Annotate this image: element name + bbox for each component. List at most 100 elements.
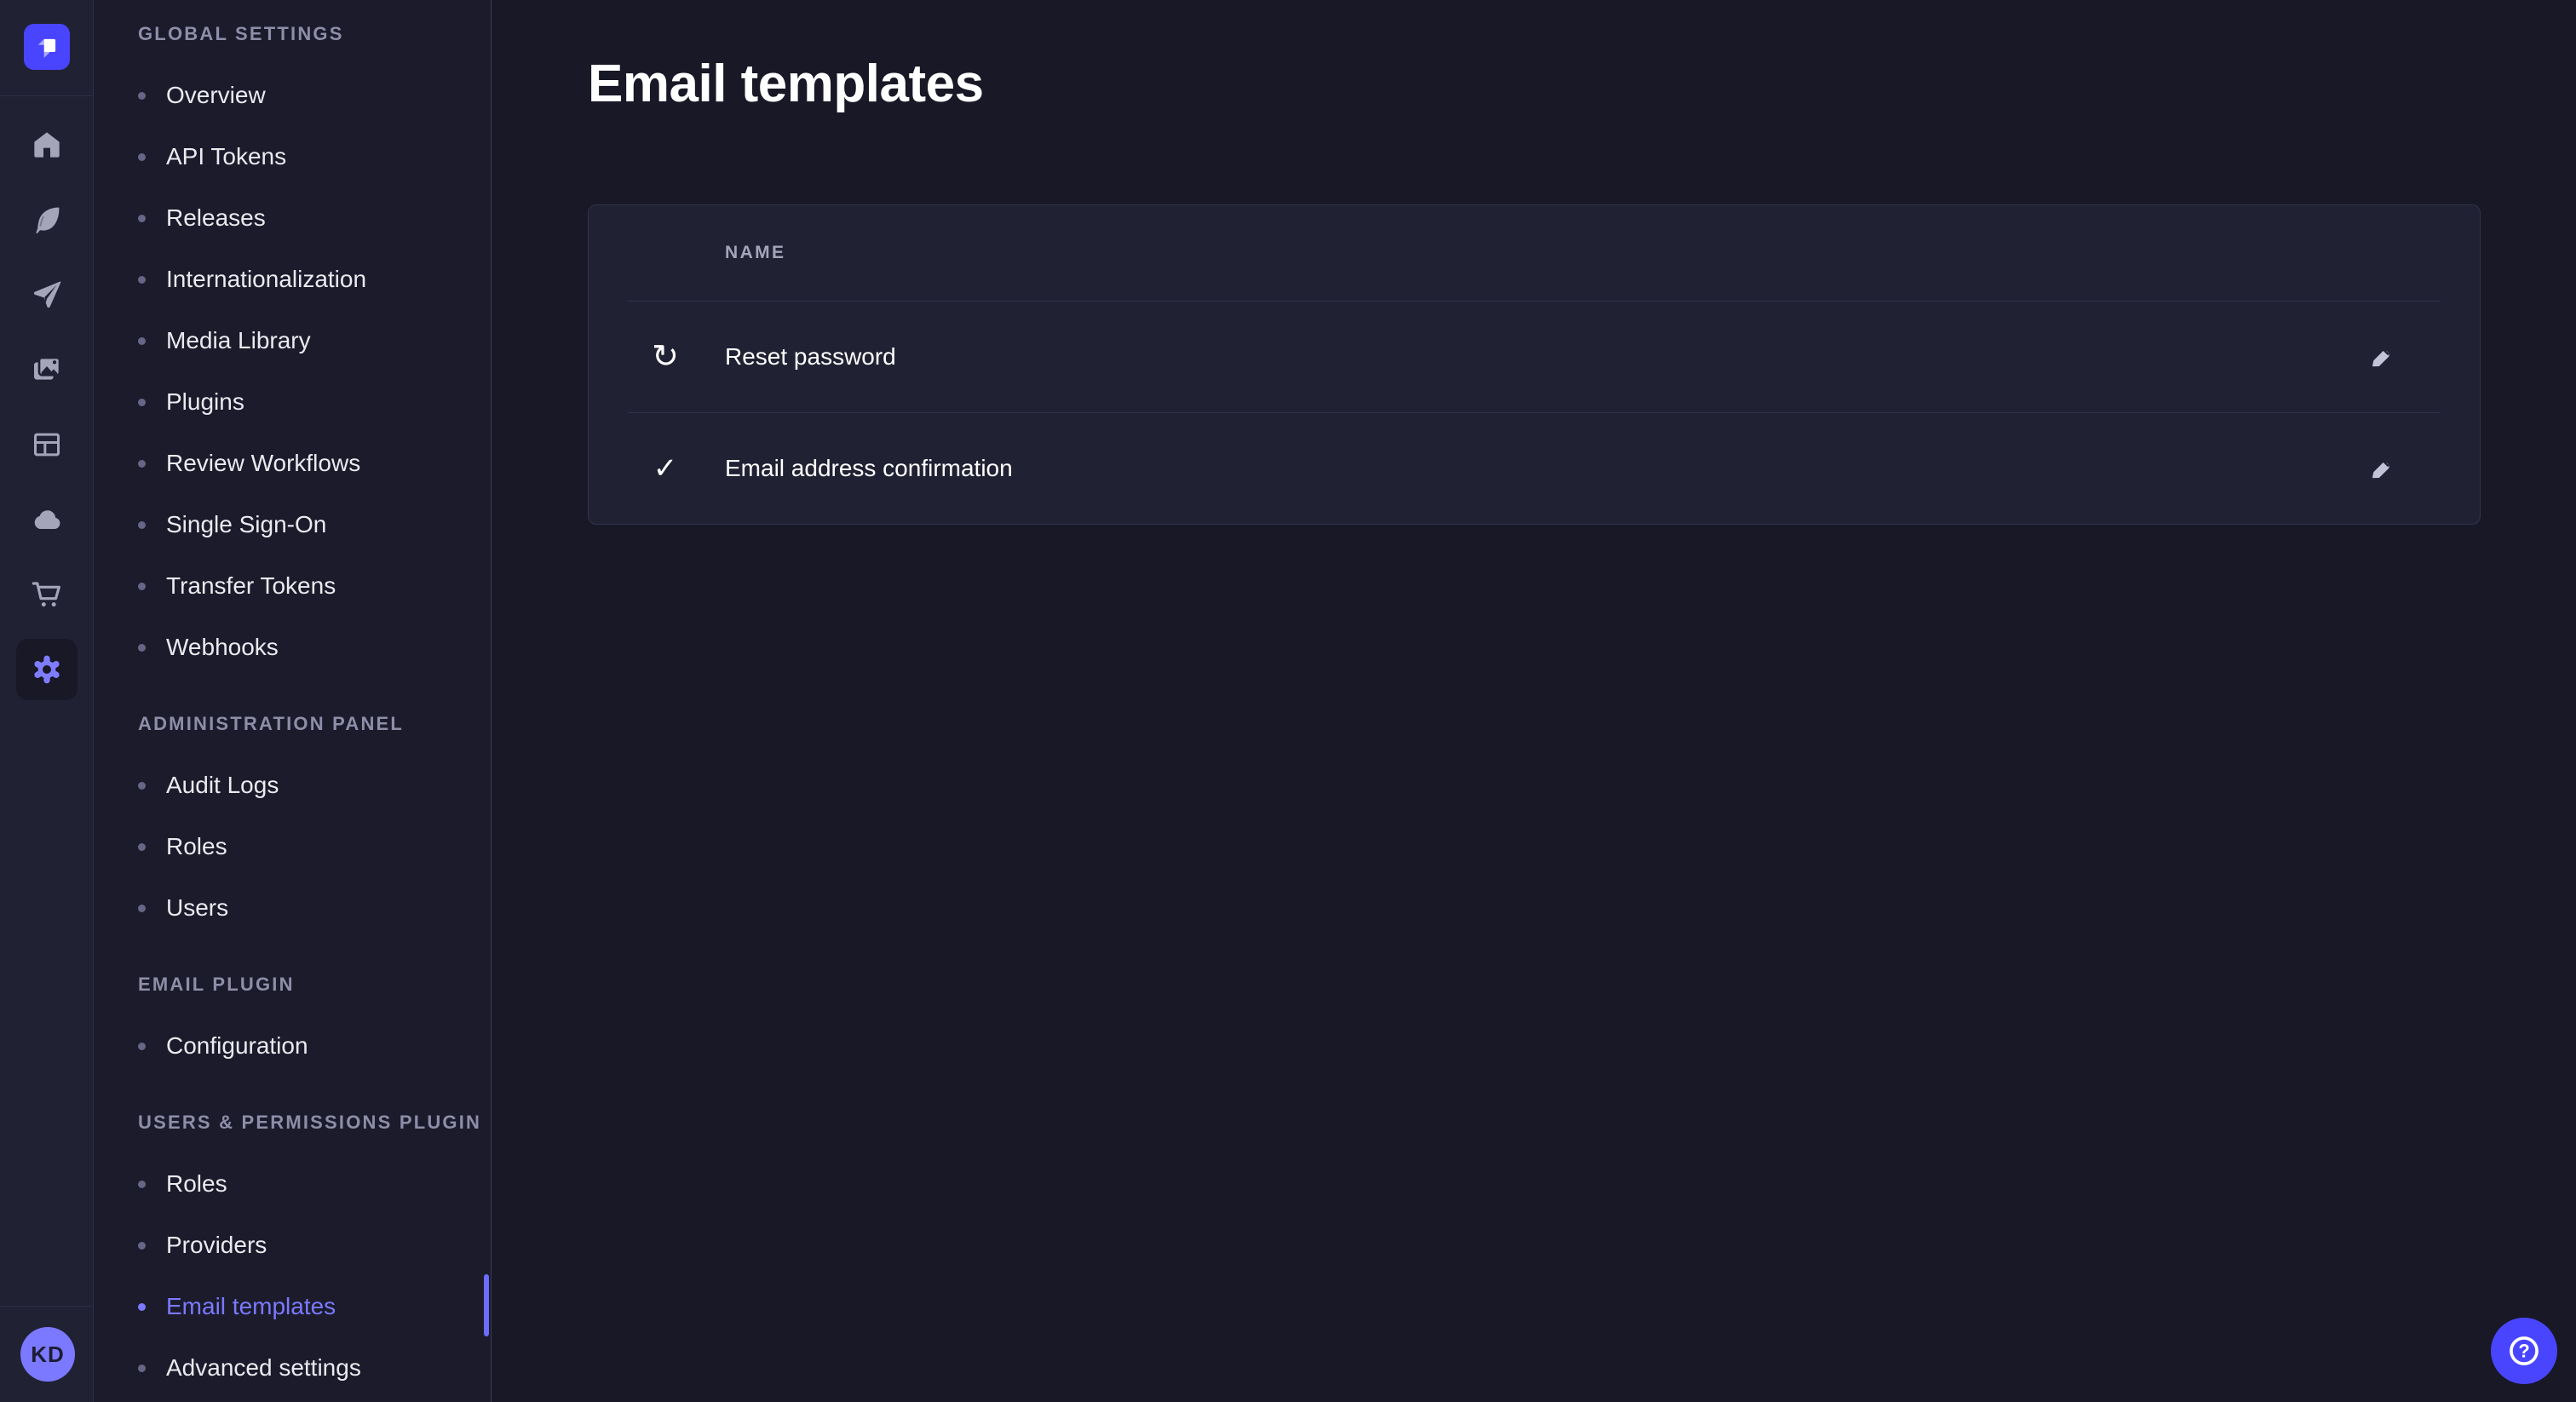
rail-item-media-library[interactable] <box>9 332 84 407</box>
table-row-email-address-confirmation[interactable]: ✓ Email address confirmation <box>589 413 2480 524</box>
subnav-item-label: Providers <box>166 1232 267 1259</box>
template-name: Reset password <box>725 343 896 371</box>
bullet-icon <box>138 215 146 222</box>
strapi-admin-app: KD Global settings Overview API Tokens Rele… <box>0 0 2576 1402</box>
rail-icon-list <box>0 95 94 707</box>
subnav-item-label: Email templates <box>166 1293 336 1320</box>
settings-subnav: Global settings Overview API Tokens Release… <box>94 0 492 1402</box>
main-content: Email templates Name ↻ Reset password ✓ Em… <box>492 0 2576 1402</box>
subnav-item-overview[interactable]: Overview <box>94 65 491 126</box>
subnav-item-roles[interactable]: Roles <box>94 1153 491 1215</box>
rail-item-settings[interactable] <box>16 639 78 700</box>
paper-plane-icon <box>30 278 64 312</box>
pencil-icon <box>2367 342 2396 371</box>
rail-item-content[interactable] <box>9 182 84 257</box>
bullet-icon <box>138 644 146 652</box>
edit-template-button[interactable] <box>2361 336 2402 377</box>
subnav-item-label: Plugins <box>166 388 244 416</box>
feather-icon <box>30 203 64 237</box>
subnav-item-label: Audit Logs <box>166 772 279 799</box>
bullet-icon <box>138 276 146 284</box>
refresh-icon: ↻ <box>645 336 686 377</box>
rail-item-home[interactable] <box>9 107 84 182</box>
subnav-item-label: Review Workflows <box>166 450 360 477</box>
subnav-item-api-tokens[interactable]: API Tokens <box>94 126 491 187</box>
question-mark-icon: ? <box>2506 1333 2542 1369</box>
subnav-item-releases[interactable]: Releases <box>94 187 491 249</box>
subnav-item-roles[interactable]: Roles <box>94 816 491 877</box>
subnav-item-label: Configuration <box>166 1032 308 1060</box>
bullet-icon <box>138 905 146 912</box>
subnav-item-transfer-tokens[interactable]: Transfer Tokens <box>94 555 491 617</box>
subnav-item-label: Roles <box>166 1170 227 1198</box>
subnav-item-users[interactable]: Users <box>94 877 491 939</box>
layout-icon <box>30 428 64 462</box>
home-icon <box>30 128 64 162</box>
subnav-item-advanced-settings[interactable]: Advanced settings <box>94 1337 491 1399</box>
strapi-logo[interactable] <box>24 24 70 70</box>
email-templates-table: Name ↻ Reset password ✓ Email address conf… <box>588 204 2481 525</box>
main-nav-rail: KD <box>0 0 94 1402</box>
subnav-item-label: Releases <box>166 204 266 232</box>
svg-text:?: ? <box>2518 1341 2529 1362</box>
subnav-item-label: Media Library <box>166 327 311 354</box>
subnav-item-label: Internationalization <box>166 266 366 293</box>
bullet-icon <box>138 460 146 468</box>
bullet-icon <box>138 92 146 100</box>
bullet-icon <box>138 153 146 161</box>
rail-item-content-manager[interactable] <box>9 407 84 482</box>
subnav-item-audit-logs[interactable]: Audit Logs <box>94 755 491 816</box>
rail-divider <box>0 1306 93 1307</box>
images-icon <box>30 353 64 387</box>
rail-item-deploy[interactable] <box>9 257 84 332</box>
subnav-item-configuration[interactable]: Configuration <box>94 1015 491 1077</box>
check-icon: ✓ <box>645 448 686 489</box>
subnav-item-label: Transfer Tokens <box>166 572 336 600</box>
subnav-item-single-sign-on[interactable]: Single Sign-On <box>94 494 491 555</box>
rail-item-marketplace[interactable] <box>9 557 84 632</box>
subnav-item-label: Overview <box>166 82 266 109</box>
subnav-section-header-global-settings: Global settings <box>94 3 491 65</box>
subnav-item-label: API Tokens <box>166 143 286 170</box>
subnav-section-header-email-plugin: Email plugin <box>94 954 491 1015</box>
subnav-item-label: Advanced settings <box>166 1354 361 1382</box>
cloud-icon <box>30 503 64 537</box>
bullet-icon <box>138 1365 146 1372</box>
template-name: Email address confirmation <box>725 455 1013 482</box>
subnav-item-internationalization[interactable]: Internationalization <box>94 249 491 310</box>
bullet-icon <box>138 1303 146 1311</box>
table-row-reset-password[interactable]: ↻ Reset password <box>589 302 2480 412</box>
bullet-icon <box>138 399 146 406</box>
subnav-item-label: Roles <box>166 833 227 860</box>
bullet-icon <box>138 1242 146 1250</box>
pencil-icon <box>2367 454 2396 483</box>
user-avatar[interactable]: KD <box>20 1327 75 1382</box>
bullet-icon <box>138 1181 146 1188</box>
subnav-item-review-workflows[interactable]: Review Workflows <box>94 433 491 494</box>
page-title: Email templates <box>588 54 984 114</box>
settings-subnav-list: Global settings Overview API Tokens Release… <box>94 3 491 1399</box>
name-column-header: Name <box>725 243 785 263</box>
subnav-section-header-administration-panel: Administration panel <box>94 693 491 755</box>
help-button[interactable]: ? <box>2491 1318 2557 1384</box>
subnav-item-email-templates[interactable]: Email templates <box>94 1276 491 1337</box>
subnav-item-label: Users <box>166 894 228 922</box>
gear-icon <box>30 652 64 687</box>
subnav-scrollbar-thumb[interactable] <box>484 1274 489 1336</box>
bullet-icon <box>138 521 146 529</box>
cart-icon <box>30 577 64 612</box>
subnav-item-webhooks[interactable]: Webhooks <box>94 617 491 678</box>
bullet-icon <box>138 1043 146 1050</box>
table-body: ↻ Reset password ✓ Email address confirmat… <box>589 302 2480 524</box>
subnav-item-plugins[interactable]: Plugins <box>94 371 491 433</box>
bullet-icon <box>138 782 146 790</box>
rail-item-cloud[interactable] <box>9 482 84 557</box>
subnav-item-media-library[interactable]: Media Library <box>94 310 491 371</box>
subnav-item-label: Single Sign-On <box>166 511 326 538</box>
bullet-icon <box>138 583 146 590</box>
edit-template-button[interactable] <box>2361 448 2402 489</box>
table-header-row: Name <box>589 205 2480 301</box>
strapi-logo-icon <box>28 28 66 66</box>
subnav-item-label: Webhooks <box>166 634 279 661</box>
subnav-item-providers[interactable]: Providers <box>94 1215 491 1276</box>
